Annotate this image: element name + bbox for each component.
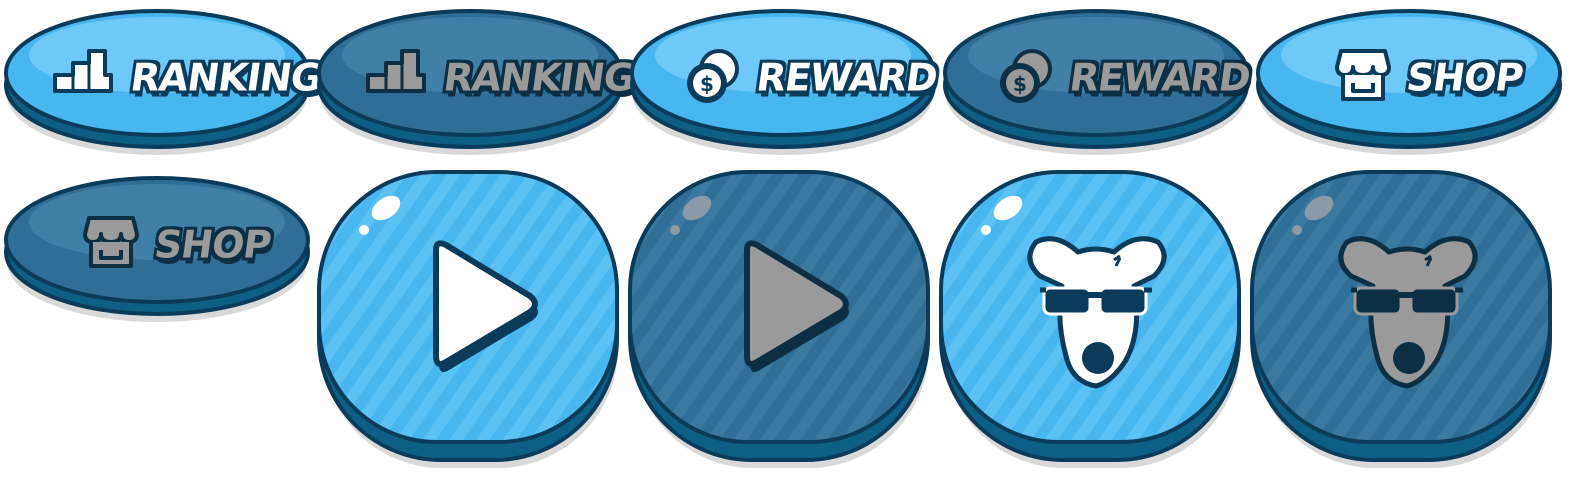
dog-sunglasses-icon bbox=[1027, 236, 1167, 389]
vk-dog-button-inactive[interactable] bbox=[1249, 170, 1555, 470]
button-label: RANKING bbox=[127, 54, 325, 99]
podium-icon bbox=[366, 49, 426, 93]
button-label: REWARD bbox=[753, 54, 940, 99]
dog-sunglasses-icon bbox=[1338, 236, 1478, 389]
shop-icon bbox=[1335, 49, 1391, 101]
coin-icon: $ bbox=[1000, 49, 1052, 103]
play-button-inactive[interactable] bbox=[627, 170, 933, 470]
button-label: SHOP bbox=[1403, 54, 1526, 99]
ranking-button-active[interactable]: RANKING bbox=[3, 3, 324, 158]
podium-icon bbox=[53, 49, 113, 93]
shop-button-active[interactable]: SHOP bbox=[1255, 3, 1563, 158]
ranking-button-inactive[interactable]: RANKING bbox=[316, 3, 637, 158]
play-icon bbox=[433, 240, 538, 372]
svg-text:$: $ bbox=[1013, 72, 1027, 96]
shop-button-inactive[interactable]: SHOP bbox=[3, 170, 311, 325]
play-icon bbox=[744, 240, 849, 372]
svg-text:$: $ bbox=[700, 72, 714, 96]
button-label: RANKING bbox=[440, 54, 638, 99]
button-label: REWARD bbox=[1066, 54, 1253, 99]
play-button-active[interactable] bbox=[316, 170, 622, 470]
coin-icon: $ bbox=[687, 49, 739, 103]
reward-button-inactive[interactable]: $ REWARD bbox=[942, 3, 1253, 158]
vk-dog-button-active[interactable] bbox=[938, 170, 1244, 470]
reward-button-active[interactable]: $ REWARD bbox=[629, 3, 940, 158]
shop-icon bbox=[83, 216, 139, 268]
button-label: SHOP bbox=[151, 221, 274, 266]
